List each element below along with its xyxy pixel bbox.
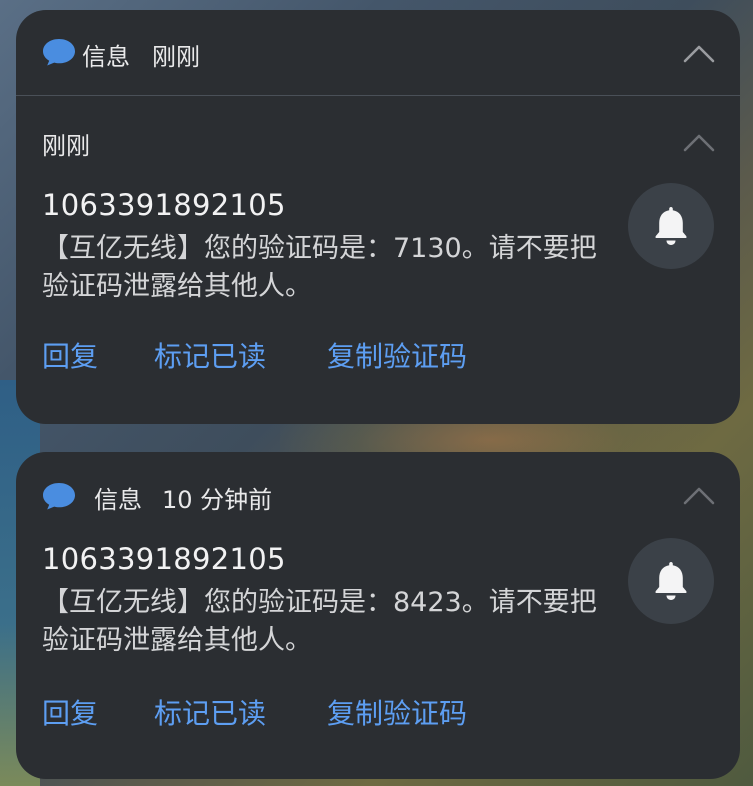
notification-time: 刚刚: [152, 43, 200, 71]
notification-header[interactable]: 信息 10 分钟前: [16, 452, 740, 538]
chat-bubble-icon: [43, 483, 75, 510]
sender-number: 1063391892105: [42, 188, 286, 222]
copy-code-button[interactable]: 复制验证码: [327, 335, 467, 375]
chevron-up-icon[interactable]: [682, 484, 716, 506]
notification-card[interactable]: 信息 10 分钟前 1063391892105 【互亿无线】您的验证码是：842…: [16, 452, 740, 779]
reply-button[interactable]: 回复: [42, 692, 98, 732]
message-body: 【互亿无线】您的验证码是：7130。请不要把验证码泄露给其他人。: [42, 233, 597, 302]
bell-button[interactable]: [628, 538, 714, 624]
mark-read-button[interactable]: 标记已读: [154, 692, 266, 732]
header-divider: [16, 95, 740, 96]
app-name: 信息: [82, 43, 130, 71]
bell-button[interactable]: [628, 183, 714, 269]
sender-number: 1063391892105: [42, 542, 286, 576]
bell-icon: [655, 562, 687, 600]
notification-card-group[interactable]: 信息 刚刚 刚刚 1063391892105 【互亿无线】您的验证码是：7130…: [16, 10, 740, 424]
app-name: 信息: [94, 486, 142, 514]
chevron-up-icon[interactable]: [682, 42, 716, 64]
message-body: 【互亿无线】您的验证码是：8423。请不要把验证码泄露给其他人。: [42, 587, 597, 656]
notification-group-header[interactable]: 信息 刚刚: [16, 10, 740, 96]
bell-icon: [655, 207, 687, 245]
reply-button[interactable]: 回复: [42, 335, 98, 375]
copy-code-button[interactable]: 复制验证码: [327, 692, 467, 732]
group-time-label: 刚刚: [42, 132, 90, 160]
chevron-up-icon[interactable]: [682, 131, 716, 153]
mark-read-button[interactable]: 标记已读: [154, 335, 266, 375]
chat-bubble-icon: [43, 39, 75, 66]
notification-time: 10 分钟前: [162, 486, 273, 514]
